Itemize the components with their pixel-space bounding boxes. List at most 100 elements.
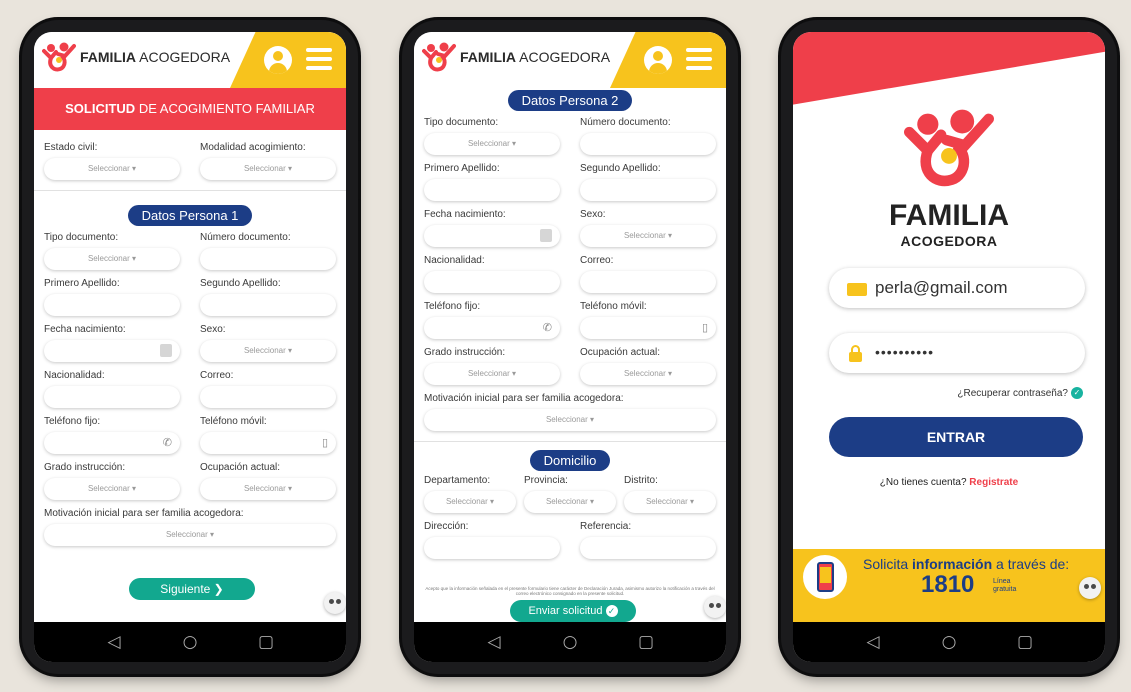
chatbot-icon[interactable] [704,596,726,618]
provincia-label: Provincia: [524,475,568,486]
provincia-select[interactable]: Seleccionar ▾ [524,491,616,513]
user-icon[interactable] [644,46,672,74]
back-icon[interactable]: ◁ [481,632,507,652]
phone-icon: ✆ [162,437,172,449]
phone-icon: ✆ [542,322,552,334]
grado-label: Grado instrucción: [44,462,126,473]
brand-logo[interactable]: FAMILIA ACOGEDORA [422,42,610,72]
register-link[interactable]: Registrate [969,477,1018,488]
brand-logo[interactable]: FAMILIA ACOGEDORA [42,42,230,72]
tel-fijo-input[interactable]: ✆ [44,432,180,454]
correo-input[interactable] [200,386,336,408]
back-icon[interactable]: ◁ [860,632,886,652]
tel-fijo-input[interactable]: ✆ [424,317,560,339]
family-logo-icon [42,42,76,72]
sexo-select[interactable]: Seleccionar ▾ [200,340,336,362]
motivacion-select[interactable]: Seleccionar ▾ [424,409,716,431]
fecha-nac-label: Fecha nacimiento: [44,324,126,335]
modalidad-label: Modalidad acogimiento: [200,142,306,153]
estado-civil-select[interactable]: Seleccionar ▾ [44,158,180,180]
correo-label: Correo: [580,255,614,266]
chatbot-icon[interactable] [324,592,346,614]
primer-apellido-label: Primero Apellido: [44,278,120,289]
family-logo-icon [422,42,456,72]
section-datos-persona-2: Datos Persona 2 [507,90,633,111]
direccion-label: Dirección: [424,521,469,532]
page-title: SOLICITUD DE ACOGIMIENTO FAMILIAR [34,88,346,130]
logo-title: FAMILIA [889,199,1009,232]
grado-label: Grado instrucción: [424,347,506,358]
tipo-doc-select[interactable]: Seleccionar ▾ [424,133,560,155]
email-field[interactable]: perla@gmail.com [829,268,1085,308]
calendar-icon[interactable] [160,344,172,357]
segundo-apellido-input[interactable] [200,294,336,316]
departamento-select[interactable]: Seleccionar ▾ [424,491,516,513]
referencia-label: Referencia: [580,521,632,532]
fecha-nac-input[interactable] [44,340,180,362]
recent-apps-icon[interactable]: ▢ [633,632,659,652]
app-header: FAMILIA ACOGEDORA [414,32,726,88]
primer-apellido-input[interactable] [424,179,560,201]
primer-apellido-input[interactable] [44,294,180,316]
sexo-label: Sexo: [580,209,606,220]
tel-fijo-label: Teléfono fijo: [44,416,101,427]
mobile-icon: ▯ [321,437,328,449]
back-icon[interactable]: ◁ [101,632,127,652]
brand-name: FAMILIA ACOGEDORA [460,49,611,65]
family-logo-icon [904,109,994,187]
grado-select[interactable]: Seleccionar ▾ [44,478,180,500]
fecha-nac-label: Fecha nacimiento: [424,209,506,220]
home-icon[interactable]: ○ [557,632,583,652]
calendar-icon[interactable] [540,229,552,242]
hotline-text: Solicita información a través de: [863,556,1070,572]
password-value: •••••••••• [875,344,935,360]
recent-apps-icon[interactable]: ▢ [1012,632,1038,652]
lock-icon [849,345,862,362]
app-header: FAMILIA ACOGEDORA [34,32,346,88]
enviar-solicitud-button[interactable]: Enviar solicitud ✓ [510,600,636,622]
nacionalidad-input[interactable] [44,386,180,408]
ocupacion-select[interactable]: Seleccionar ▾ [580,363,716,385]
segundo-apellido-input[interactable] [580,179,716,201]
segundo-apellido-label: Segundo Apellido: [200,278,281,289]
phone-2: FAMILIA ACOGEDORA Datos Persona 2 Tipo d… [399,20,741,674]
nacionalidad-input[interactable] [424,271,560,293]
hotline-number: 1810 [921,571,975,598]
modalidad-select[interactable]: Seleccionar ▾ [200,158,336,180]
user-icon[interactable] [264,46,292,74]
recent-apps-icon[interactable]: ▢ [253,632,279,652]
sexo-select[interactable]: Seleccionar ▾ [580,225,716,247]
num-doc-input[interactable] [580,133,716,155]
login-button[interactable]: ENTRAR [829,417,1083,457]
home-icon[interactable]: ○ [936,632,962,652]
direccion-input[interactable] [424,537,560,559]
referencia-input[interactable] [580,537,716,559]
hamburger-menu-icon[interactable] [306,48,332,70]
estado-civil-label: Estado civil: [44,142,98,153]
grado-select[interactable]: Seleccionar ▾ [424,363,560,385]
home-icon[interactable]: ○ [177,632,203,652]
distrito-select[interactable]: Seleccionar ▾ [624,491,716,513]
ocupacion-select[interactable]: Seleccionar ▾ [200,478,336,500]
fecha-nac-input[interactable] [424,225,560,247]
hotline-banner[interactable]: Solicita información a través de: 1810 L… [793,549,1105,622]
mobile-icon: ▯ [701,322,708,334]
tel-movil-label: Teléfono móvil: [580,301,647,312]
distrito-label: Distrito: [624,475,658,486]
screen-solicitud: FAMILIA ACOGEDORA SOLICITUD DE ACOGIMIEN… [34,32,346,662]
chatbot-icon[interactable] [1079,577,1101,599]
siguiente-button[interactable]: Siguiente ❯ [129,578,255,600]
recover-password-link[interactable]: ¿Recuperar contraseña? ✓ [957,387,1083,399]
num-doc-label: Número documento: [580,117,671,128]
correo-input[interactable] [580,271,716,293]
motivacion-select[interactable]: Seleccionar ▾ [44,524,336,546]
hamburger-menu-icon[interactable] [686,48,712,70]
ocupacion-label: Ocupación actual: [200,462,281,473]
tel-movil-input[interactable]: ▯ [200,432,336,454]
tipo-doc-select[interactable]: Seleccionar ▾ [44,248,180,270]
motivacion-label: Motivación inicial para ser familia acog… [44,508,244,519]
tel-movil-label: Teléfono móvil: [200,416,267,427]
password-field[interactable]: •••••••••• [829,333,1085,373]
tel-movil-input[interactable]: ▯ [580,317,716,339]
num-doc-input[interactable] [200,248,336,270]
